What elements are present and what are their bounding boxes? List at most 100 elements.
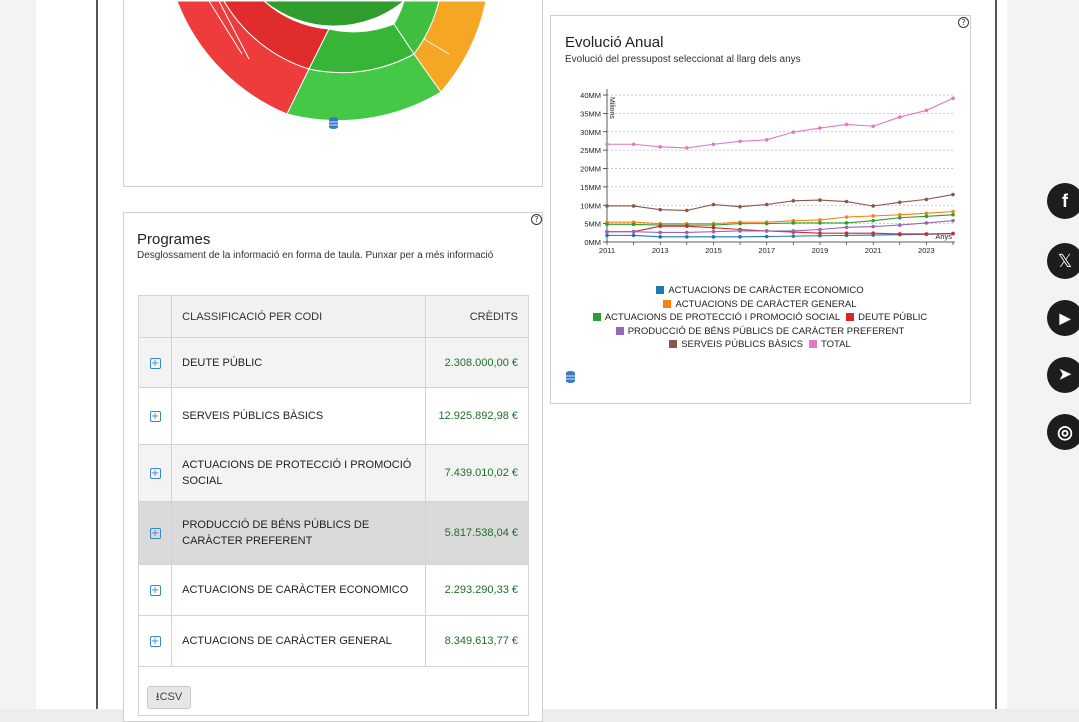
expand-cell[interactable]: + [137, 564, 173, 616]
data-point [844, 122, 849, 127]
plus-square-icon[interactable]: + [149, 528, 161, 539]
data-point [924, 108, 929, 113]
expand-cell[interactable]: + [137, 615, 173, 667]
plus-square-icon[interactable]: + [149, 357, 161, 369]
data-point [844, 215, 849, 219]
sunburst-chart[interactable] [124, 0, 543, 187]
legend-swatch [669, 340, 678, 348]
data-point [711, 142, 716, 147]
x-tick-label: 2019 [812, 246, 829, 255]
table-row[interactable]: + PRODUCCIÓ DE BÉNS PÚBLICS DE CARÀCTER … [137, 501, 529, 565]
plus-square-icon[interactable]: + [149, 636, 161, 647]
data-point [791, 199, 796, 203]
program-name[interactable]: ACTUACIONS DE PROTECCIÓ I PROMOCIÓ SOCIA… [171, 444, 427, 502]
plus-square-icon[interactable]: + [149, 468, 161, 479]
plus-square-icon[interactable]: + [149, 585, 161, 596]
database-icon[interactable] [329, 117, 338, 129]
legend-swatch [809, 340, 818, 348]
data-point [818, 126, 822, 130]
expand-cell[interactable]: + [137, 444, 173, 502]
data-point [605, 142, 609, 147]
data-point [871, 214, 875, 218]
data-point [844, 231, 849, 235]
legend-row: SERVEIS PÚBLICS BÀSICS TOTAL [550, 334, 970, 352]
x-tick-label: 2021 [865, 246, 882, 255]
csv-download-button[interactable]: ⭳CSV [147, 686, 191, 709]
instagram-icon[interactable]: ◎ [1047, 414, 1079, 450]
data-point [685, 146, 689, 150]
data-point [738, 221, 742, 226]
data-point [791, 234, 796, 238]
table-row[interactable]: + ACTUACIONS DE CARÀCTER ECONOMICO 2.293… [137, 564, 529, 616]
help-icon[interactable]: ? [531, 214, 542, 225]
legend-item[interactable]: SERVEIS PÚBLICS BÀSICS [669, 339, 803, 350]
data-point [924, 221, 929, 225]
credits-column-header[interactable]: CRÈDITS [425, 295, 529, 338]
y-tick-label: 30MM [580, 128, 601, 137]
data-point [897, 200, 902, 205]
y-tick-label: 15MM [580, 183, 601, 192]
evolucio-title: Evolució Anual [565, 34, 664, 51]
data-point [897, 215, 902, 220]
sunburst-panel [123, 0, 543, 187]
table-row[interactable]: + ACTUACIONS DE CARÀCTER GENERAL 8.349.6… [137, 615, 529, 667]
data-point [685, 224, 689, 228]
data-point [738, 235, 742, 239]
programes-table: CLASSIFICACIÓ PER CODI CRÈDITS + DEUTE P… [137, 295, 529, 667]
program-name[interactable]: PRODUCCIÓ DE BÉNS PÚBLICS DE CARÀCTER PR… [171, 501, 427, 565]
expand-cell[interactable]: + [137, 387, 173, 445]
data-point [711, 202, 716, 207]
plus-square-icon[interactable]: + [149, 411, 161, 422]
youtube-icon[interactable]: ▶ [1047, 300, 1079, 336]
x-tick-label: 2013 [652, 246, 669, 255]
x-tick-label: 2023 [918, 246, 935, 255]
table-row[interactable]: + ACTUACIONS DE PROTECCIÓ I PROMOCIÓ SOC… [137, 444, 529, 502]
program-name[interactable]: ACTUACIONS DE CARÀCTER GENERAL [171, 615, 427, 667]
page-background-right [1007, 0, 1079, 709]
legend-item[interactable]: TOTAL [809, 339, 851, 350]
data-point [818, 231, 822, 235]
data-point [685, 235, 689, 239]
evolucio-subtitle: Evolució del pressupost seleccionat al l… [565, 54, 801, 65]
data-point [818, 198, 822, 202]
data-point [685, 230, 689, 235]
data-point [951, 213, 955, 217]
data-point [818, 227, 822, 232]
programes-title: Programes [137, 231, 211, 248]
data-point [871, 204, 875, 208]
data-point [951, 209, 955, 214]
program-name[interactable]: SERVEIS PÚBLICS BÀSICS [171, 387, 427, 445]
data-point [764, 229, 769, 233]
help-icon[interactable]: ? [958, 17, 969, 28]
evolucio-line-chart: 0MM5MM10MM15MM20MM25MM30MM35MM40MMMilion… [580, 89, 955, 255]
data-point [791, 130, 796, 134]
table-row[interactable]: + DEUTE PÚBLIC 2.308.000,00 € [137, 337, 529, 388]
data-point [738, 204, 742, 209]
program-credit: 5.817.538,04 € [425, 501, 529, 565]
telegram-icon[interactable]: ➤ [1047, 357, 1079, 393]
program-name[interactable]: ACTUACIONS DE CARÀCTER ECONOMICO [171, 564, 427, 616]
facebook-icon[interactable]: f [1047, 183, 1079, 219]
expand-cell[interactable]: + [137, 337, 173, 388]
data-point [924, 197, 929, 202]
x-icon[interactable]: 𝕏 [1047, 243, 1079, 279]
program-name[interactable]: DEUTE PÚBLIC [171, 337, 427, 388]
program-credit: 2.308.000,00 € [425, 337, 529, 388]
program-credit: 7.439.010,02 € [425, 444, 529, 502]
database-icon[interactable] [566, 371, 575, 383]
data-point [791, 229, 796, 233]
data-point [605, 229, 609, 234]
data-point [764, 202, 769, 207]
expand-cell[interactable]: + [137, 501, 173, 565]
y-tick-label: 5MM [584, 220, 601, 229]
table-header-row: CLASSIFICACIÓ PER CODI CRÈDITS [137, 295, 529, 338]
table-row[interactable]: + SERVEIS PÚBLICS BÀSICS 12.925.892,98 € [137, 387, 529, 445]
data-point [871, 218, 875, 223]
data-point [871, 224, 875, 229]
legend-label: TOTAL [821, 339, 851, 350]
legend-label: SERVEIS PÚBLICS BÀSICS [681, 339, 804, 350]
data-point [871, 231, 875, 235]
data-point [924, 232, 929, 236]
data-point [764, 138, 769, 142]
code-column-header[interactable]: CLASSIFICACIÓ PER CODI [171, 295, 427, 338]
